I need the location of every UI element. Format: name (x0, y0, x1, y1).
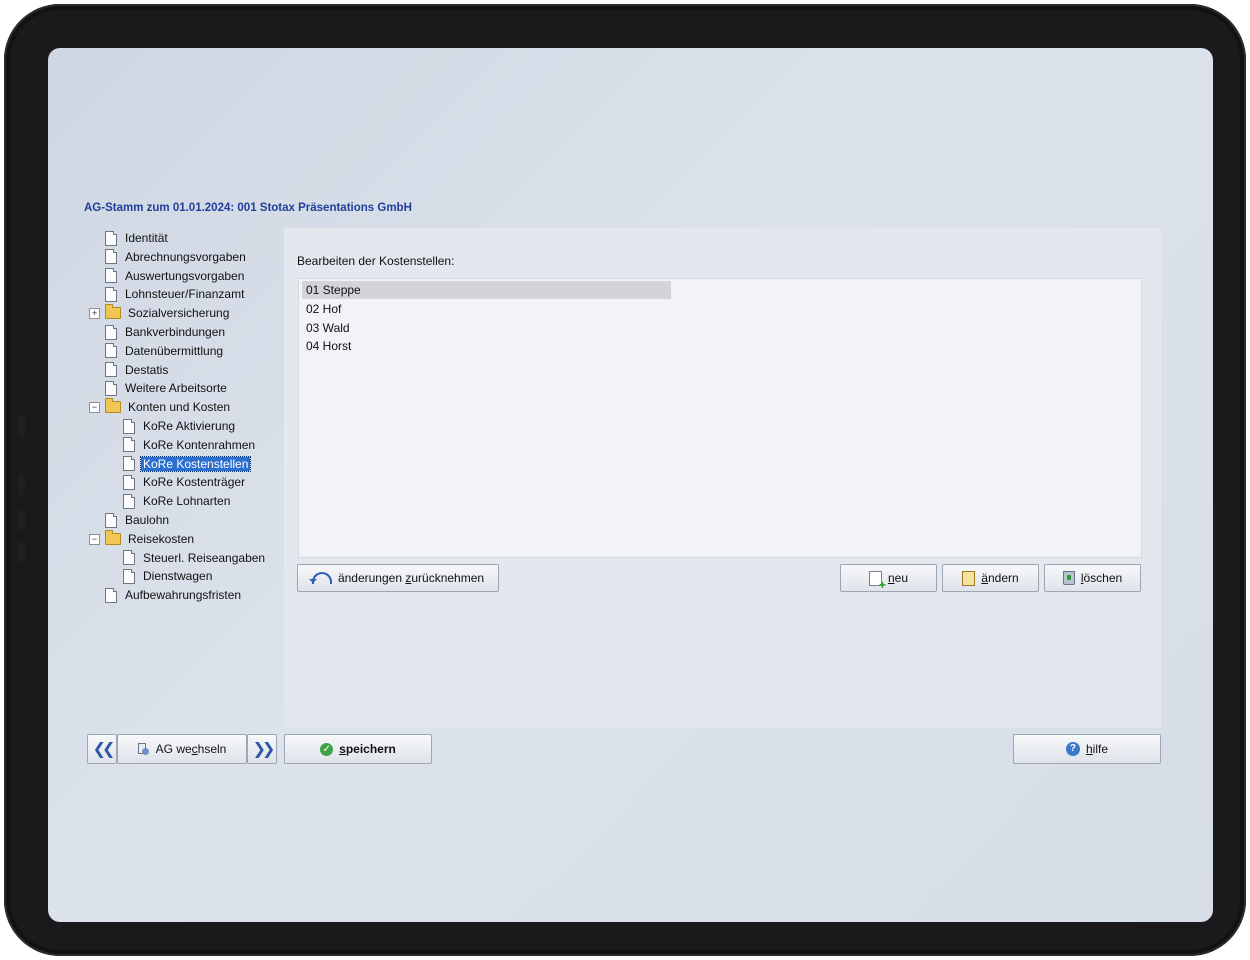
folder-icon (105, 398, 121, 414)
previous-employer-button[interactable]: ❮❮ (87, 734, 117, 764)
tree-item[interactable]: Baulohn (105, 511, 171, 529)
new-button[interactable]: neu (840, 564, 937, 592)
employer-switch-icon (137, 742, 150, 756)
tree-item-label: KoRe Lohnarten (143, 494, 231, 509)
document-icon (105, 512, 117, 528)
switch-employer-button[interactable]: AG wechseln (117, 734, 247, 764)
collapse-icon[interactable]: − (89, 533, 100, 545)
document-icon (105, 343, 117, 359)
trash-icon (1062, 571, 1075, 585)
tree-item-label: Steuerl. Reiseangaben (143, 550, 266, 565)
tree-item[interactable]: KoRe Kostenstellen (123, 455, 252, 473)
tree-item[interactable]: Identität (105, 229, 170, 247)
tree-item[interactable]: Aufbewahrungsfristen (105, 586, 243, 604)
document-icon (105, 362, 117, 378)
save-button[interactable]: ✓ speichern (284, 734, 432, 764)
tree-item[interactable]: + Sozialversicherung (89, 304, 231, 322)
document-icon (123, 437, 135, 453)
list-item[interactable]: 04 Horst (302, 337, 671, 355)
tree-item-label: Baulohn (125, 513, 170, 527)
undo-changes-button[interactable]: änderungen zurücknehmen (297, 564, 499, 592)
new-document-icon (868, 570, 886, 590)
tree-item-label: Aufbewahrungsfristen (125, 588, 242, 603)
double-chevron-left-icon: ❮❮ (92, 741, 116, 758)
tree-item[interactable]: KoRe Lohnarten (123, 492, 232, 510)
window-title: AG-Stamm zum 01.01.2024: 001 Stotax Präs… (84, 202, 412, 214)
edit-document-icon (962, 570, 976, 586)
tree-item-label: Destatis (125, 362, 169, 377)
document-icon (105, 249, 117, 265)
tree-item[interactable]: − Reisekosten (89, 529, 196, 548)
folder-icon (105, 529, 121, 545)
check-icon: ✓ (320, 742, 334, 756)
tree-item[interactable]: Datenübermittlung (105, 342, 225, 360)
list-item[interactable]: 01 Steppe (302, 281, 671, 299)
side-button (18, 509, 25, 531)
tree-item[interactable]: Lohnsteuer/Finanzamt (105, 285, 246, 303)
document-icon (123, 568, 135, 584)
document-icon (105, 324, 117, 340)
tree-item[interactable]: Abrechnungsvorgaben (105, 248, 248, 266)
tree-item-label: Bankverbindungen (125, 325, 226, 339)
help-button[interactable]: ? hilfe (1013, 734, 1161, 764)
tree-item[interactable]: − Konten und Kosten (89, 398, 232, 416)
undo-icon (308, 572, 332, 584)
tree-item-label: Sozialversicherung (128, 306, 230, 321)
panel-label: Bearbeiten der Kostenstellen: (297, 254, 455, 268)
document-icon (105, 587, 117, 603)
document-icon (105, 380, 117, 396)
document-icon (123, 474, 135, 490)
delete-button[interactable]: löschen (1044, 564, 1141, 592)
tree-item[interactable]: Auswertungsvorgaben (105, 267, 246, 285)
double-chevron-right-icon: ❯❯ (252, 741, 276, 758)
tree-item-label: KoRe Aktivierung (143, 419, 236, 433)
side-button (18, 474, 25, 496)
tree-item[interactable]: Weitere Arbeitsorte (105, 379, 229, 397)
side-button (18, 541, 25, 563)
tree-item-label: Lohnsteuer/Finanzamt (125, 287, 245, 302)
document-icon (123, 456, 135, 472)
side-button (18, 414, 25, 436)
tree-item-label: Abrechnungsvorgaben (125, 249, 246, 264)
expand-icon[interactable]: + (89, 308, 100, 320)
tree-item-label: Dienstwagen (143, 569, 213, 584)
tree-item-label: Konten und Kosten (128, 400, 231, 415)
tree-item[interactable]: KoRe Aktivierung (123, 417, 237, 435)
document-icon (105, 268, 117, 284)
next-employer-button[interactable]: ❯❯ (247, 734, 277, 764)
tree-item[interactable]: KoRe Kostenträger (123, 473, 247, 491)
tree-item-label: Identität (125, 231, 168, 245)
help-icon: ? (1065, 742, 1080, 756)
document-icon (105, 286, 117, 302)
tree-item[interactable]: Bankverbindungen (105, 323, 227, 341)
tablet-frame: AG-Stamm zum 01.01.2024: 001 Stotax Präs… (4, 4, 1246, 956)
document-icon (123, 550, 135, 566)
tree-item-label: KoRe Kostenstellen (139, 455, 252, 472)
app-window: AG-Stamm zum 01.01.2024: 001 Stotax Präs… (48, 48, 1213, 922)
folder-icon (105, 304, 121, 320)
edit-button[interactable]: ändern (942, 564, 1039, 592)
tree-item-label: Auswertungsvorgaben (125, 268, 245, 283)
document-icon (105, 230, 117, 246)
tree-item[interactable]: Steuerl. Reiseangaben (123, 549, 267, 567)
collapse-icon[interactable]: − (89, 402, 100, 414)
tree-item[interactable]: Destatis (105, 361, 170, 379)
tree-item-label: Weitere Arbeitsorte (125, 381, 227, 396)
tree-item[interactable]: Dienstwagen (123, 567, 214, 585)
list-item[interactable]: 02 Hof (302, 300, 671, 318)
tree-item[interactable]: KoRe Kontenrahmen (123, 436, 257, 454)
tree-item-label: KoRe Kontenrahmen (143, 437, 256, 452)
document-icon (123, 418, 135, 434)
document-icon (123, 493, 135, 509)
cost-center-list[interactable]: 01 Steppe 02 Hof 03 Wald 04 Horst (298, 278, 1142, 558)
list-item[interactable]: 03 Wald (302, 319, 671, 337)
tree-item-label: KoRe Kostenträger (143, 475, 246, 490)
tree-item-label: Reisekosten (128, 531, 195, 546)
tree-item-label: Datenübermittlung (125, 343, 224, 358)
content-panel: Bearbeiten der Kostenstellen: 01 Steppe 0… (284, 228, 1161, 728)
